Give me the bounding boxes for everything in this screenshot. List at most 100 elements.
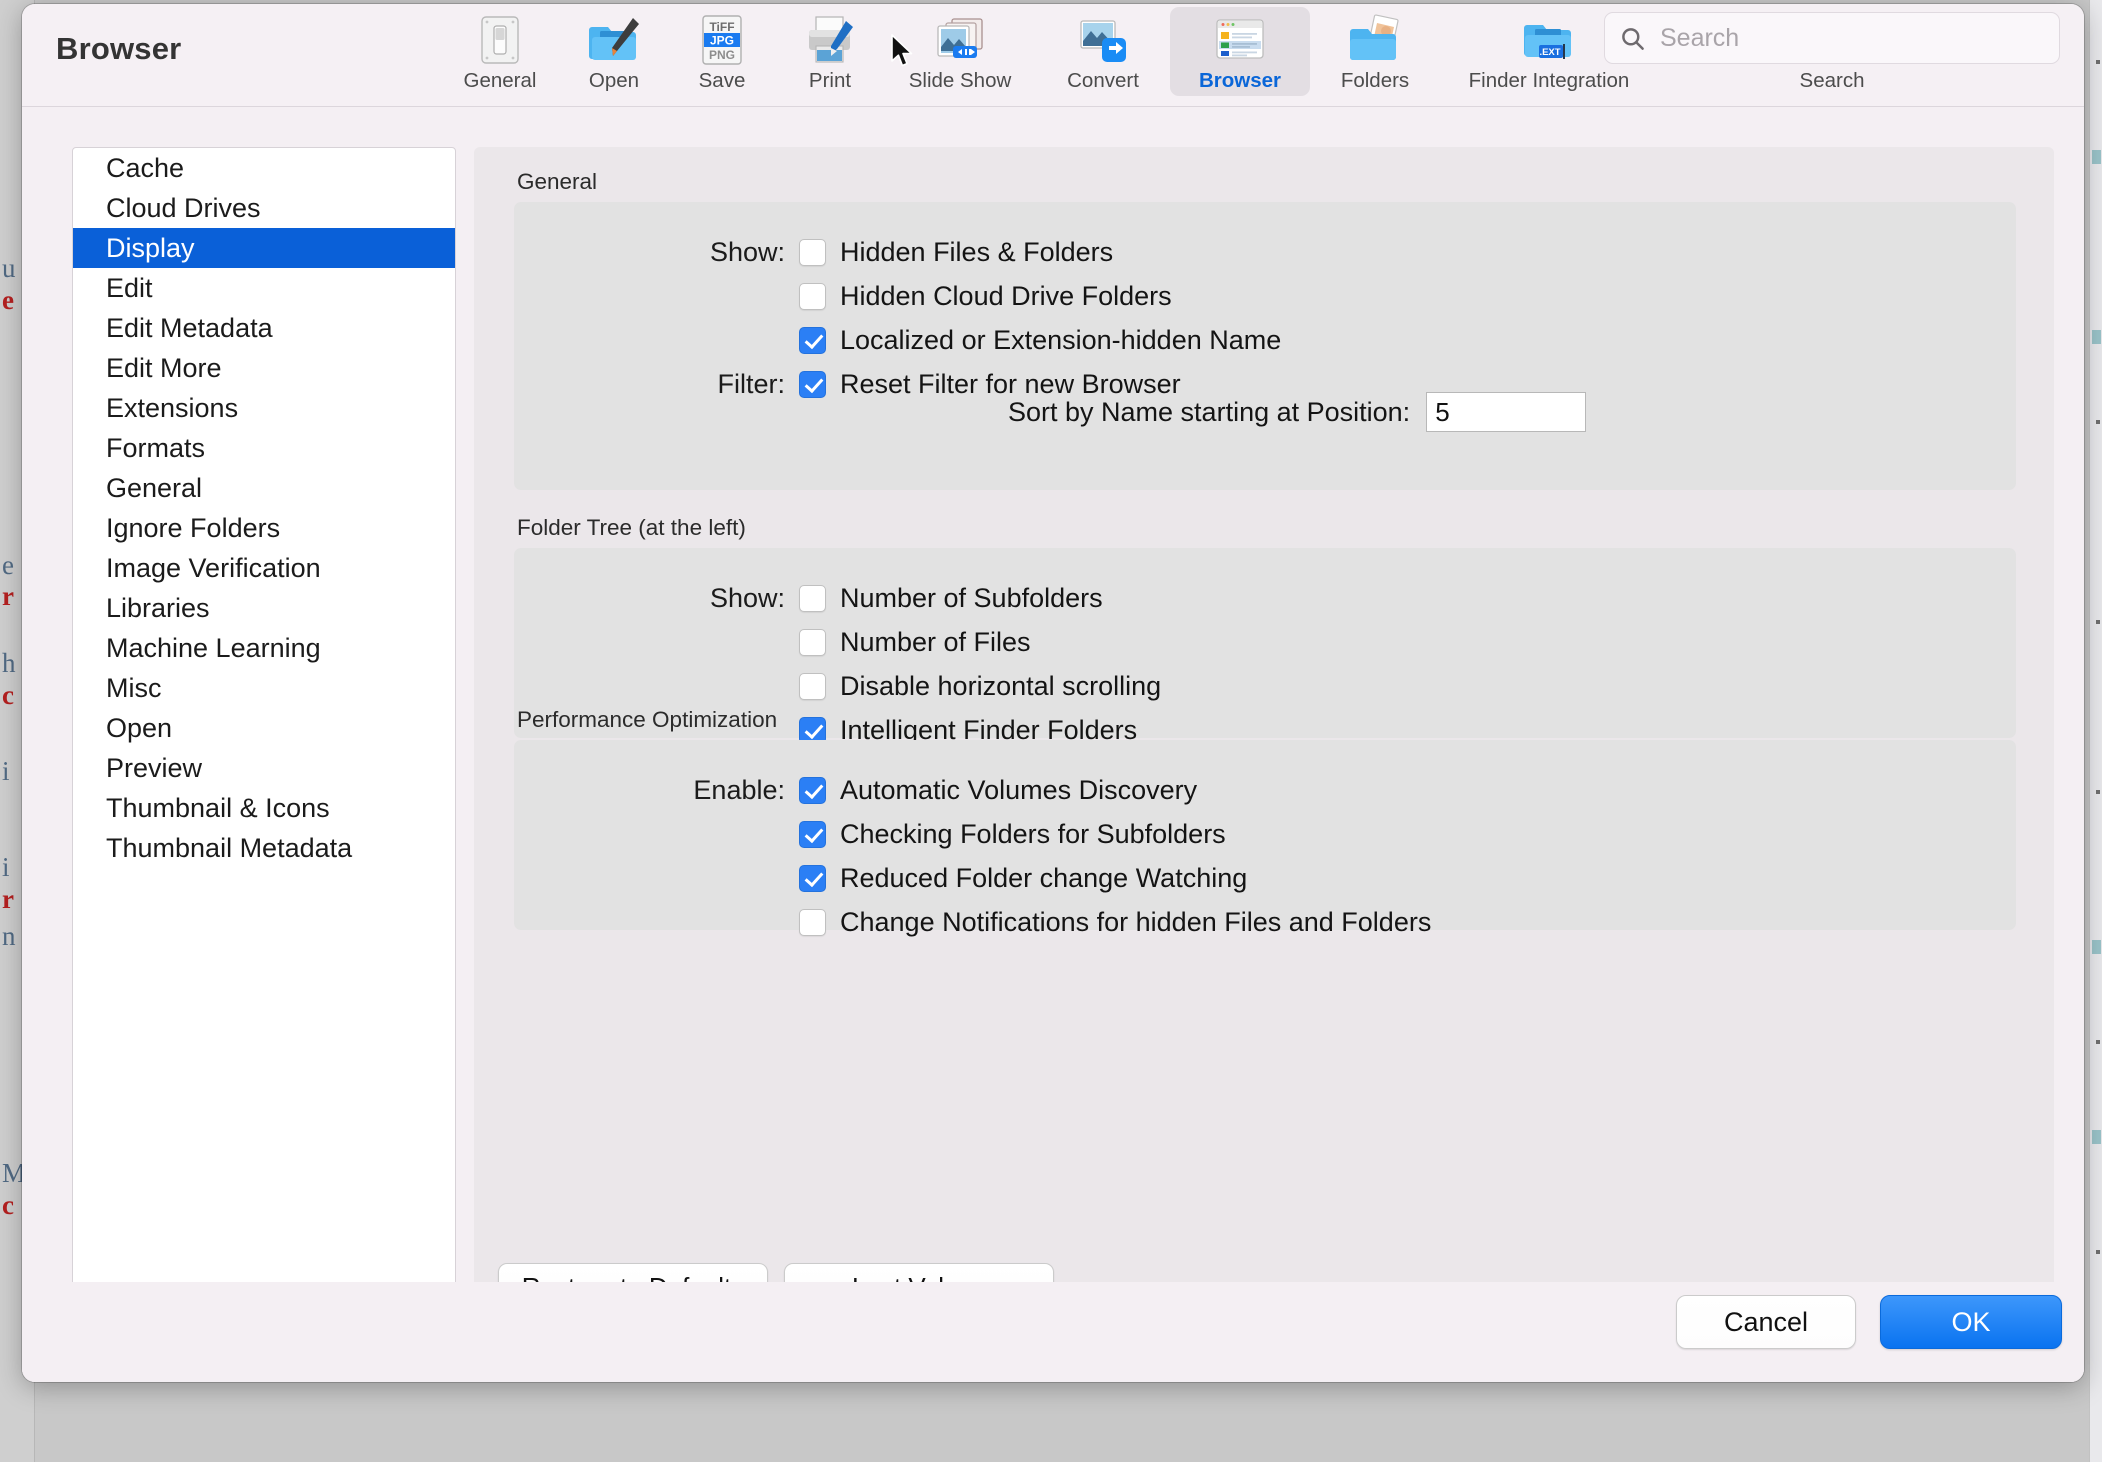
- background-text-fragment: u: [2, 253, 16, 283]
- settings-category-list[interactable]: Cache Cloud Drives Display Edit Edit Metadat…: [72, 147, 456, 1349]
- background-text-fragment: h: [2, 648, 16, 678]
- sidebar-item-libraries[interactable]: Libraries: [73, 588, 455, 628]
- background-window-marker: [2096, 620, 2100, 624]
- checkbox-label-change-notifications-hidden-files-folders: Change Notifications for hidden Files an…: [840, 906, 1432, 937]
- row-disable-horizontal-scrolling: Disable horizontal scrolling: [799, 664, 1161, 708]
- file-formats-icon: TiFF JPG PNG: [695, 13, 749, 67]
- slideshow-icon: [933, 13, 987, 67]
- group-folder-tree: Folder Tree (at the left) Show: Number o…: [514, 515, 2016, 745]
- checkbox-disable-horizontal-scrolling[interactable]: [799, 672, 826, 700]
- toolbar-item-label: Browser: [1198, 69, 1282, 92]
- background-text-fragment: e: [2, 550, 14, 580]
- sidebar-item-edit-more[interactable]: Edit More: [73, 348, 455, 388]
- ok-button[interactable]: OK: [1880, 1295, 2062, 1349]
- row-localized-name: Localized or Extension-hidden Name: [799, 318, 1281, 362]
- group-general-title: General: [517, 169, 598, 194]
- toolbar-items: General Open TiFF JPG PNG Save Print Sli…: [440, 7, 1658, 103]
- row-show: Show: Hidden Files & Folders: [710, 230, 1281, 274]
- background-window-marker: [2096, 1250, 2100, 1254]
- toolbar-item-general[interactable]: General: [440, 7, 560, 96]
- checkbox-label-checking-folders-for-subfolders: Checking Folders for Subfolders: [840, 818, 1226, 849]
- sidebar-item-image-verification[interactable]: Image Verification: [73, 548, 455, 588]
- background-text-fragment: e: [2, 285, 14, 315]
- background-window-marker: [2096, 1040, 2100, 1044]
- toolbar-item-print[interactable]: Print: [776, 7, 884, 96]
- row-checking-folders-subfolders: Checking Folders for Subfolders: [799, 812, 1431, 856]
- svg-text:JPG: JPG: [710, 34, 734, 48]
- printer-icon: [803, 13, 857, 67]
- row-show-subfolders: Show: Number of Subfolders: [710, 576, 1161, 620]
- sidebar-item-thumbnail-metadata[interactable]: Thumbnail Metadata: [73, 828, 455, 868]
- background-window-marker: [2092, 1130, 2101, 1144]
- sidebar-item-machine-learning[interactable]: Machine Learning: [73, 628, 455, 668]
- folder-brush-icon: [587, 13, 641, 67]
- sidebar-item-formats[interactable]: Formats: [73, 428, 455, 468]
- background-text-fragment: c: [2, 680, 14, 710]
- group-general: General Show: Hidden Files & Folders Hid…: [514, 169, 2016, 490]
- toolbar-item-label: Save: [698, 69, 746, 92]
- background-window-marker: [2096, 790, 2100, 794]
- group-performance-optimization: Performance Optimization Enable: Automat…: [514, 707, 2016, 937]
- cancel-button[interactable]: Cancel: [1676, 1295, 1856, 1349]
- sort-position-input[interactable]: [1426, 392, 1587, 432]
- checkbox-change-notifications-hidden-files-folders[interactable]: [799, 908, 826, 936]
- sidebar-item-extensions[interactable]: Extensions: [73, 388, 455, 428]
- show-label: Show:: [709, 236, 785, 267]
- settings-panel: General Show: Hidden Files & Folders Hid…: [474, 147, 2054, 1347]
- search-input[interactable]: [1658, 22, 2045, 54]
- sidebar-item-preview[interactable]: Preview: [73, 748, 455, 788]
- sidebar-item-edit[interactable]: Edit: [73, 268, 455, 308]
- background-window-marker: [2096, 420, 2100, 424]
- toolbar-item-label: Open: [588, 69, 640, 92]
- toolbar-item-label: Folders: [1340, 69, 1410, 92]
- checkbox-label-hidden-cloud-drive-folders: Hidden Cloud Drive Folders: [840, 280, 1172, 311]
- toolbar-item-save[interactable]: TiFF JPG PNG Save: [668, 7, 776, 96]
- window-title: Browser: [56, 31, 182, 66]
- background-window-marker: [2092, 330, 2101, 344]
- sort-position-label: Sort by Name starting at Position:: [1008, 396, 1411, 427]
- sidebar-item-cache[interactable]: Cache: [73, 148, 455, 188]
- checkbox-localized-extension-hidden-name[interactable]: [799, 326, 826, 354]
- sidebar-item-thumbnail-icons[interactable]: Thumbnail & Icons: [73, 788, 455, 828]
- window-body: Cache Cloud Drives Display Edit Edit Metadat…: [22, 107, 2084, 1382]
- checkbox-automatic-volumes-discovery[interactable]: [799, 776, 826, 804]
- toolbar-item-convert[interactable]: Convert: [1036, 7, 1170, 96]
- window-toolbar: Browser General Open TiFF JPG PNG Save P…: [22, 4, 2084, 107]
- sidebar-item-display[interactable]: Display: [73, 228, 455, 268]
- performance-checks: Enable: Automatic Volumes Discovery Chec…: [693, 768, 1432, 944]
- checkbox-number-of-files[interactable]: [799, 628, 826, 656]
- preferences-window: Browser General Open TiFF JPG PNG Save P…: [22, 4, 2084, 1382]
- checkbox-label-hidden-files-folders: Hidden Files & Folders: [840, 236, 1114, 267]
- toggle-switch-icon: [473, 13, 527, 67]
- toolbar-item-label: Convert: [1067, 69, 1139, 92]
- checkbox-label-number-of-files: Number of Files: [840, 626, 1031, 657]
- toolbar-item-open[interactable]: Open: [560, 7, 668, 96]
- sidebar-item-edit-metadata[interactable]: Edit Metadata: [73, 308, 455, 348]
- svg-text:PNG: PNG: [709, 48, 735, 62]
- checkbox-label-number-of-subfolders: Number of Subfolders: [840, 582, 1103, 613]
- toolbar-item-browser[interactable]: Browser: [1170, 7, 1310, 96]
- sidebar-item-misc[interactable]: Misc: [73, 668, 455, 708]
- sidebar-item-general[interactable]: General: [73, 468, 455, 508]
- row-hidden-cloud: Hidden Cloud Drive Folders: [799, 274, 1281, 318]
- toolbar-item-slide-show[interactable]: Slide Show: [884, 7, 1036, 96]
- search-caption: Search: [1799, 69, 1865, 92]
- toolbar-item-folders[interactable]: Folders: [1310, 7, 1440, 96]
- checkbox-label-automatic-volumes-discovery: Automatic Volumes Discovery: [840, 774, 1198, 805]
- sidebar-item-cloud-drives[interactable]: Cloud Drives: [73, 188, 455, 228]
- search-icon: [1619, 25, 1646, 52]
- toolbar-item-label: Slide Show: [908, 69, 1012, 92]
- svg-text:TiFF: TiFF: [709, 20, 734, 34]
- checkbox-reduced-folder-change-watching[interactable]: [799, 864, 826, 892]
- checkbox-checking-folders-for-subfolders[interactable]: [799, 820, 826, 848]
- sidebar-item-ignore-folders[interactable]: Ignore Folders: [73, 508, 455, 548]
- general-show-checks: Show: Hidden Files & Folders Hidden Clou…: [710, 230, 1281, 406]
- checkbox-reset-filter-new-browser[interactable]: [799, 370, 826, 398]
- checkbox-hidden-cloud-drive-folders[interactable]: [799, 282, 826, 310]
- checkbox-hidden-files-folders[interactable]: [799, 238, 826, 266]
- browser-window-icon: [1213, 13, 1267, 67]
- checkbox-number-of-subfolders[interactable]: [799, 584, 826, 612]
- search-box[interactable]: [1604, 12, 2060, 64]
- sidebar-item-open[interactable]: Open: [73, 708, 455, 748]
- group-folder-tree-title: Folder Tree (at the left): [517, 515, 746, 540]
